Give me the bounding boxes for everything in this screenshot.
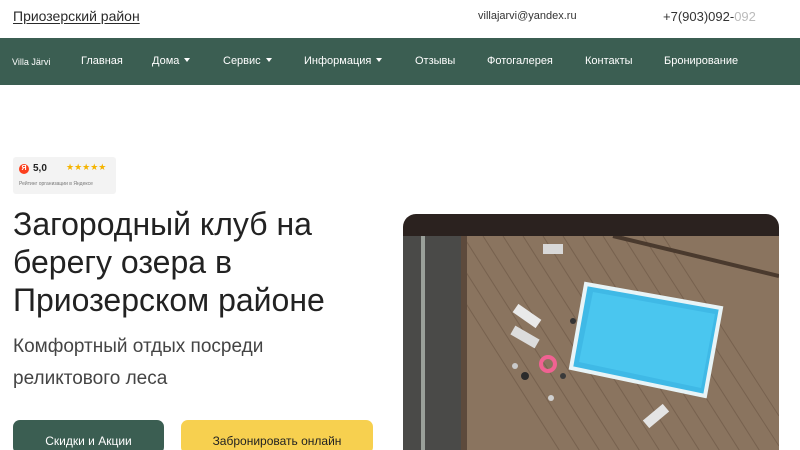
pool-aerial-photo [403, 236, 779, 450]
phone-number: +7(903)092- [663, 9, 735, 24]
phone-number-faded: 092 [734, 9, 756, 24]
phone-link[interactable]: +7(903)092-092 [663, 9, 756, 24]
rating-caption: Рейтинг организации в Яндексе [19, 181, 93, 187]
nav-item-houses[interactable]: Дома [152, 55, 191, 67]
region-link[interactable]: Приозерский район [13, 8, 140, 24]
nav-item-label: Бронирование [664, 55, 739, 67]
nav-item-label: Контакты [585, 55, 633, 67]
nav-item-label: Дома [152, 55, 180, 67]
nav-item-contacts[interactable]: Контакты [585, 55, 633, 67]
chevron-down-icon [184, 58, 191, 63]
nav-item-booking[interactable]: Бронирование [664, 55, 738, 67]
nav-item-label: Сервис [223, 55, 261, 67]
nav-item-info[interactable]: Информация [304, 55, 383, 67]
chevron-down-icon [376, 58, 383, 63]
nav-item-label: Информация [304, 55, 372, 67]
chevron-down-icon [265, 58, 272, 63]
nav-item-label: Фотогалерея [487, 55, 553, 67]
rating-value: 5,0 [33, 163, 47, 174]
email-link[interactable]: villajarvi@yandex.ru [478, 10, 577, 22]
nav-item-reviews[interactable]: Отзывы [415, 55, 455, 67]
book-online-button[interactable]: Забронировать онлайн [181, 420, 373, 450]
nav-item-gallery[interactable]: Фотогалерея [487, 55, 553, 67]
hero-subtitle: Комфортный отдых посреди реликтового лес… [13, 336, 264, 389]
rating-stars: ★★★★★ [66, 162, 107, 172]
yandex-icon: Я [19, 164, 29, 174]
nav-item-label: Главная [81, 55, 123, 67]
nav-item-home[interactable]: Главная [81, 55, 123, 67]
brand-logo[interactable]: Villa Järvi [12, 57, 50, 67]
top-bar: Приозерский район villajarvi@yandex.ru +… [0, 0, 800, 38]
yandex-rating-badge[interactable]: Я 5,0 ★★★★★ Рейтинг организации в Яндекс… [13, 157, 116, 194]
main-nav: Villa Järvi Главная Дома Сервис Информац… [0, 38, 800, 85]
nav-item-label: Отзывы [415, 55, 456, 67]
hero-photo [403, 214, 779, 450]
sales-button[interactable]: Скидки и Акции [13, 420, 164, 450]
hero-title: Загородный клуб на берегу озера в Приозе… [13, 206, 325, 318]
nav-item-service[interactable]: Сервис [223, 55, 272, 67]
